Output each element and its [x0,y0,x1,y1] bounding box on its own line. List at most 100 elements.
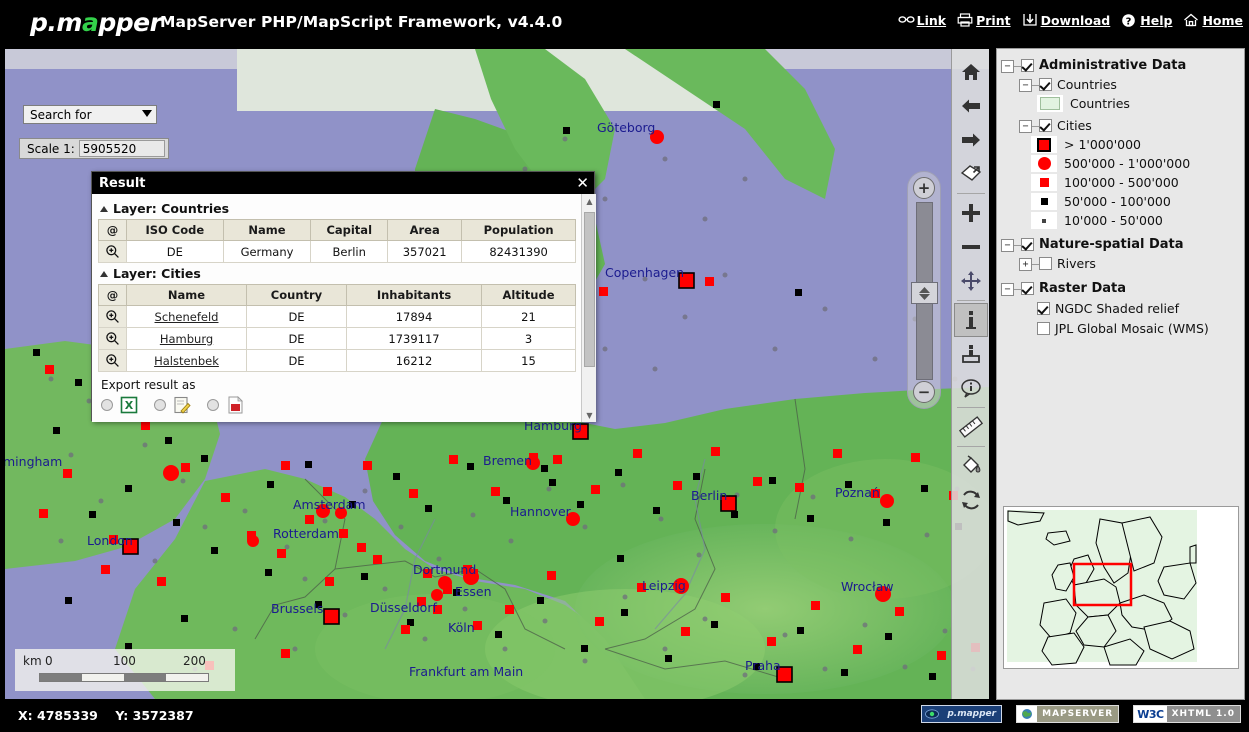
svg-text:mingham: mingham [5,454,62,469]
layer-group-countries-header[interactable]: Layer: Countries [98,198,578,219]
home-icon[interactable] [954,55,988,89]
table-row: Halstenbek DE 16212 15 [98,349,576,372]
zoom-slider-handle[interactable] [911,282,938,304]
expand-toggle-icon[interactable]: − [1001,239,1014,252]
info-bubble-icon[interactable] [954,371,988,405]
legend-class-countries: Countries [1037,95,1238,112]
paint-bucket-icon[interactable] [954,449,988,483]
result-dialog[interactable]: Result ✕ Layer: Countries @ ISO Code Nam… [91,171,596,422]
close-icon[interactable]: ✕ [576,175,589,191]
legend-tree: − Administrative Data − Countries Countr… [997,49,1244,337]
help-link[interactable]: ? Help [1121,13,1172,28]
scroll-up-arrow-icon[interactable]: ▲ [582,194,596,208]
refresh-icon[interactable] [954,483,988,517]
cell-altitude: 21 [481,305,576,328]
map-panel[interactable]: Göteborg Copenhagen Hamburg Bremen Berli… [4,48,990,700]
zoom-to-feature-button[interactable] [98,305,127,328]
legend-layer-countries[interactable]: − Countries [1019,76,1238,93]
table-header-row: @ Name Country Inhabitants Altitude [98,284,576,306]
export-pdf-radio[interactable] [207,399,219,411]
export-csv-radio[interactable] [154,399,166,411]
w3c-xhtml-badge[interactable]: W3C XHTML 1.0 [1133,705,1241,723]
legend-group-raster[interactable]: − Raster Data [1001,280,1238,297]
legend-symbol-circle [1031,155,1057,172]
table-row: DE Germany Berlin 357021 82431390 [98,240,576,263]
magnifier-plus-icon [105,331,120,346]
y-value: 3572387 [132,708,194,723]
legend-layer-rivers-checkbox[interactable] [1039,257,1052,270]
legend-layer-rivers[interactable]: + Rivers [1019,255,1238,272]
col-inhabitants: Inhabitants [346,284,482,306]
export-excel-radio[interactable] [101,399,113,411]
legend-layer-countries-checkbox[interactable] [1039,78,1052,91]
legend-class-cities-500k: 500'000 - 1'000'000 [1031,155,1238,172]
expand-toggle-icon[interactable]: + [1019,258,1032,271]
y-label: Y: [115,708,129,723]
zoom-slider[interactable]: + − [907,171,941,409]
cell-inhabitants: 1739117 [346,327,482,350]
expand-toggle-icon[interactable]: − [1001,283,1014,296]
svg-text:Göteborg: Göteborg [597,120,655,135]
zoom-out-minus-icon[interactable] [954,230,988,264]
scrollbar-thumb[interactable] [584,212,595,367]
excel-icon[interactable]: X [120,396,138,414]
legend-layer-ngdc-checkbox[interactable] [1037,302,1050,315]
zoom-to-selection-icon[interactable] [954,157,988,191]
city-link[interactable]: Hamburg [160,332,213,346]
legend-group-nature-checkbox[interactable] [1021,238,1034,251]
arrow-left-icon[interactable] [954,89,988,123]
layer-group-cities-header[interactable]: Layer: Cities [98,263,578,284]
legend-layer-jpl[interactable]: JPL Global Mosaic (WMS) [1037,320,1238,337]
city-link[interactable]: Schenefeld [155,310,219,324]
zoom-slider-minus-icon[interactable]: − [913,381,935,403]
measure-ruler-icon[interactable] [954,410,988,444]
edit-document-icon[interactable] [173,396,191,414]
expand-toggle-icon[interactable]: − [1019,79,1032,92]
zoom-slider-plus-icon[interactable]: + [913,177,935,199]
overview-map-canvas[interactable] [1004,507,1238,668]
tree-connector [1032,126,1039,127]
identify-info-icon[interactable] [953,303,988,337]
select-stamp-icon[interactable] [954,337,988,371]
zoom-to-feature-button[interactable] [98,240,127,263]
mapserver-badge[interactable]: MAPSERVER [1016,705,1120,723]
cell-name[interactable]: Halstenbek [126,349,247,372]
legend-layer-jpl-checkbox[interactable] [1037,322,1050,335]
zoom-to-feature-button[interactable] [98,327,127,350]
city-link[interactable]: Halstenbek [154,354,219,368]
link-link[interactable]: Link [898,13,946,28]
legend-group-nature[interactable]: − Nature-spatial Data [1001,236,1238,253]
pmapper-badge[interactable]: p.mapper [921,705,1003,723]
legend-layer-cities[interactable]: − Cities [1019,117,1238,134]
svg-text:X: X [125,399,134,412]
legend-layer-ngdc[interactable]: NGDC Shaded relief [1037,300,1238,317]
result-dialog-scrollbar[interactable]: ▲ ▼ [581,194,596,422]
zoom-to-feature-button[interactable] [98,349,127,372]
home-link[interactable]: Home [1183,13,1243,28]
legend-group-administrative[interactable]: − Administrative Data [1001,57,1238,74]
legend-layer-cities-checkbox[interactable] [1039,119,1052,132]
legend-group-administrative-checkbox[interactable] [1021,59,1034,72]
result-dialog-titlebar[interactable]: Result ✕ [92,172,594,194]
arrow-right-icon[interactable] [954,123,988,157]
download-link[interactable]: Download [1022,13,1110,28]
print-link[interactable]: Print [957,13,1011,28]
logo-text-accent: a [81,8,99,37]
col-at: @ [98,284,127,306]
scale-input[interactable] [78,140,165,157]
cell-name[interactable]: Hamburg [126,327,247,350]
expand-toggle-icon[interactable]: − [1019,120,1032,133]
cell-name[interactable]: Schenefeld [126,305,247,328]
pdf-icon[interactable] [226,396,244,414]
zoom-in-plus-icon[interactable] [954,196,988,230]
pan-arrows-icon[interactable] [954,264,988,298]
expand-toggle-icon[interactable]: − [1001,60,1014,73]
overview-map[interactable] [1003,506,1239,669]
legend-group-raster-checkbox[interactable] [1021,282,1034,295]
tree-connector [1032,264,1039,265]
search-select[interactable]: Search for [23,105,157,124]
tree-connector [1014,245,1021,246]
svg-text:Dortmund: Dortmund [413,562,476,577]
scroll-down-arrow-icon[interactable]: ▼ [582,408,596,422]
svg-text:Praha: Praha [745,658,781,673]
